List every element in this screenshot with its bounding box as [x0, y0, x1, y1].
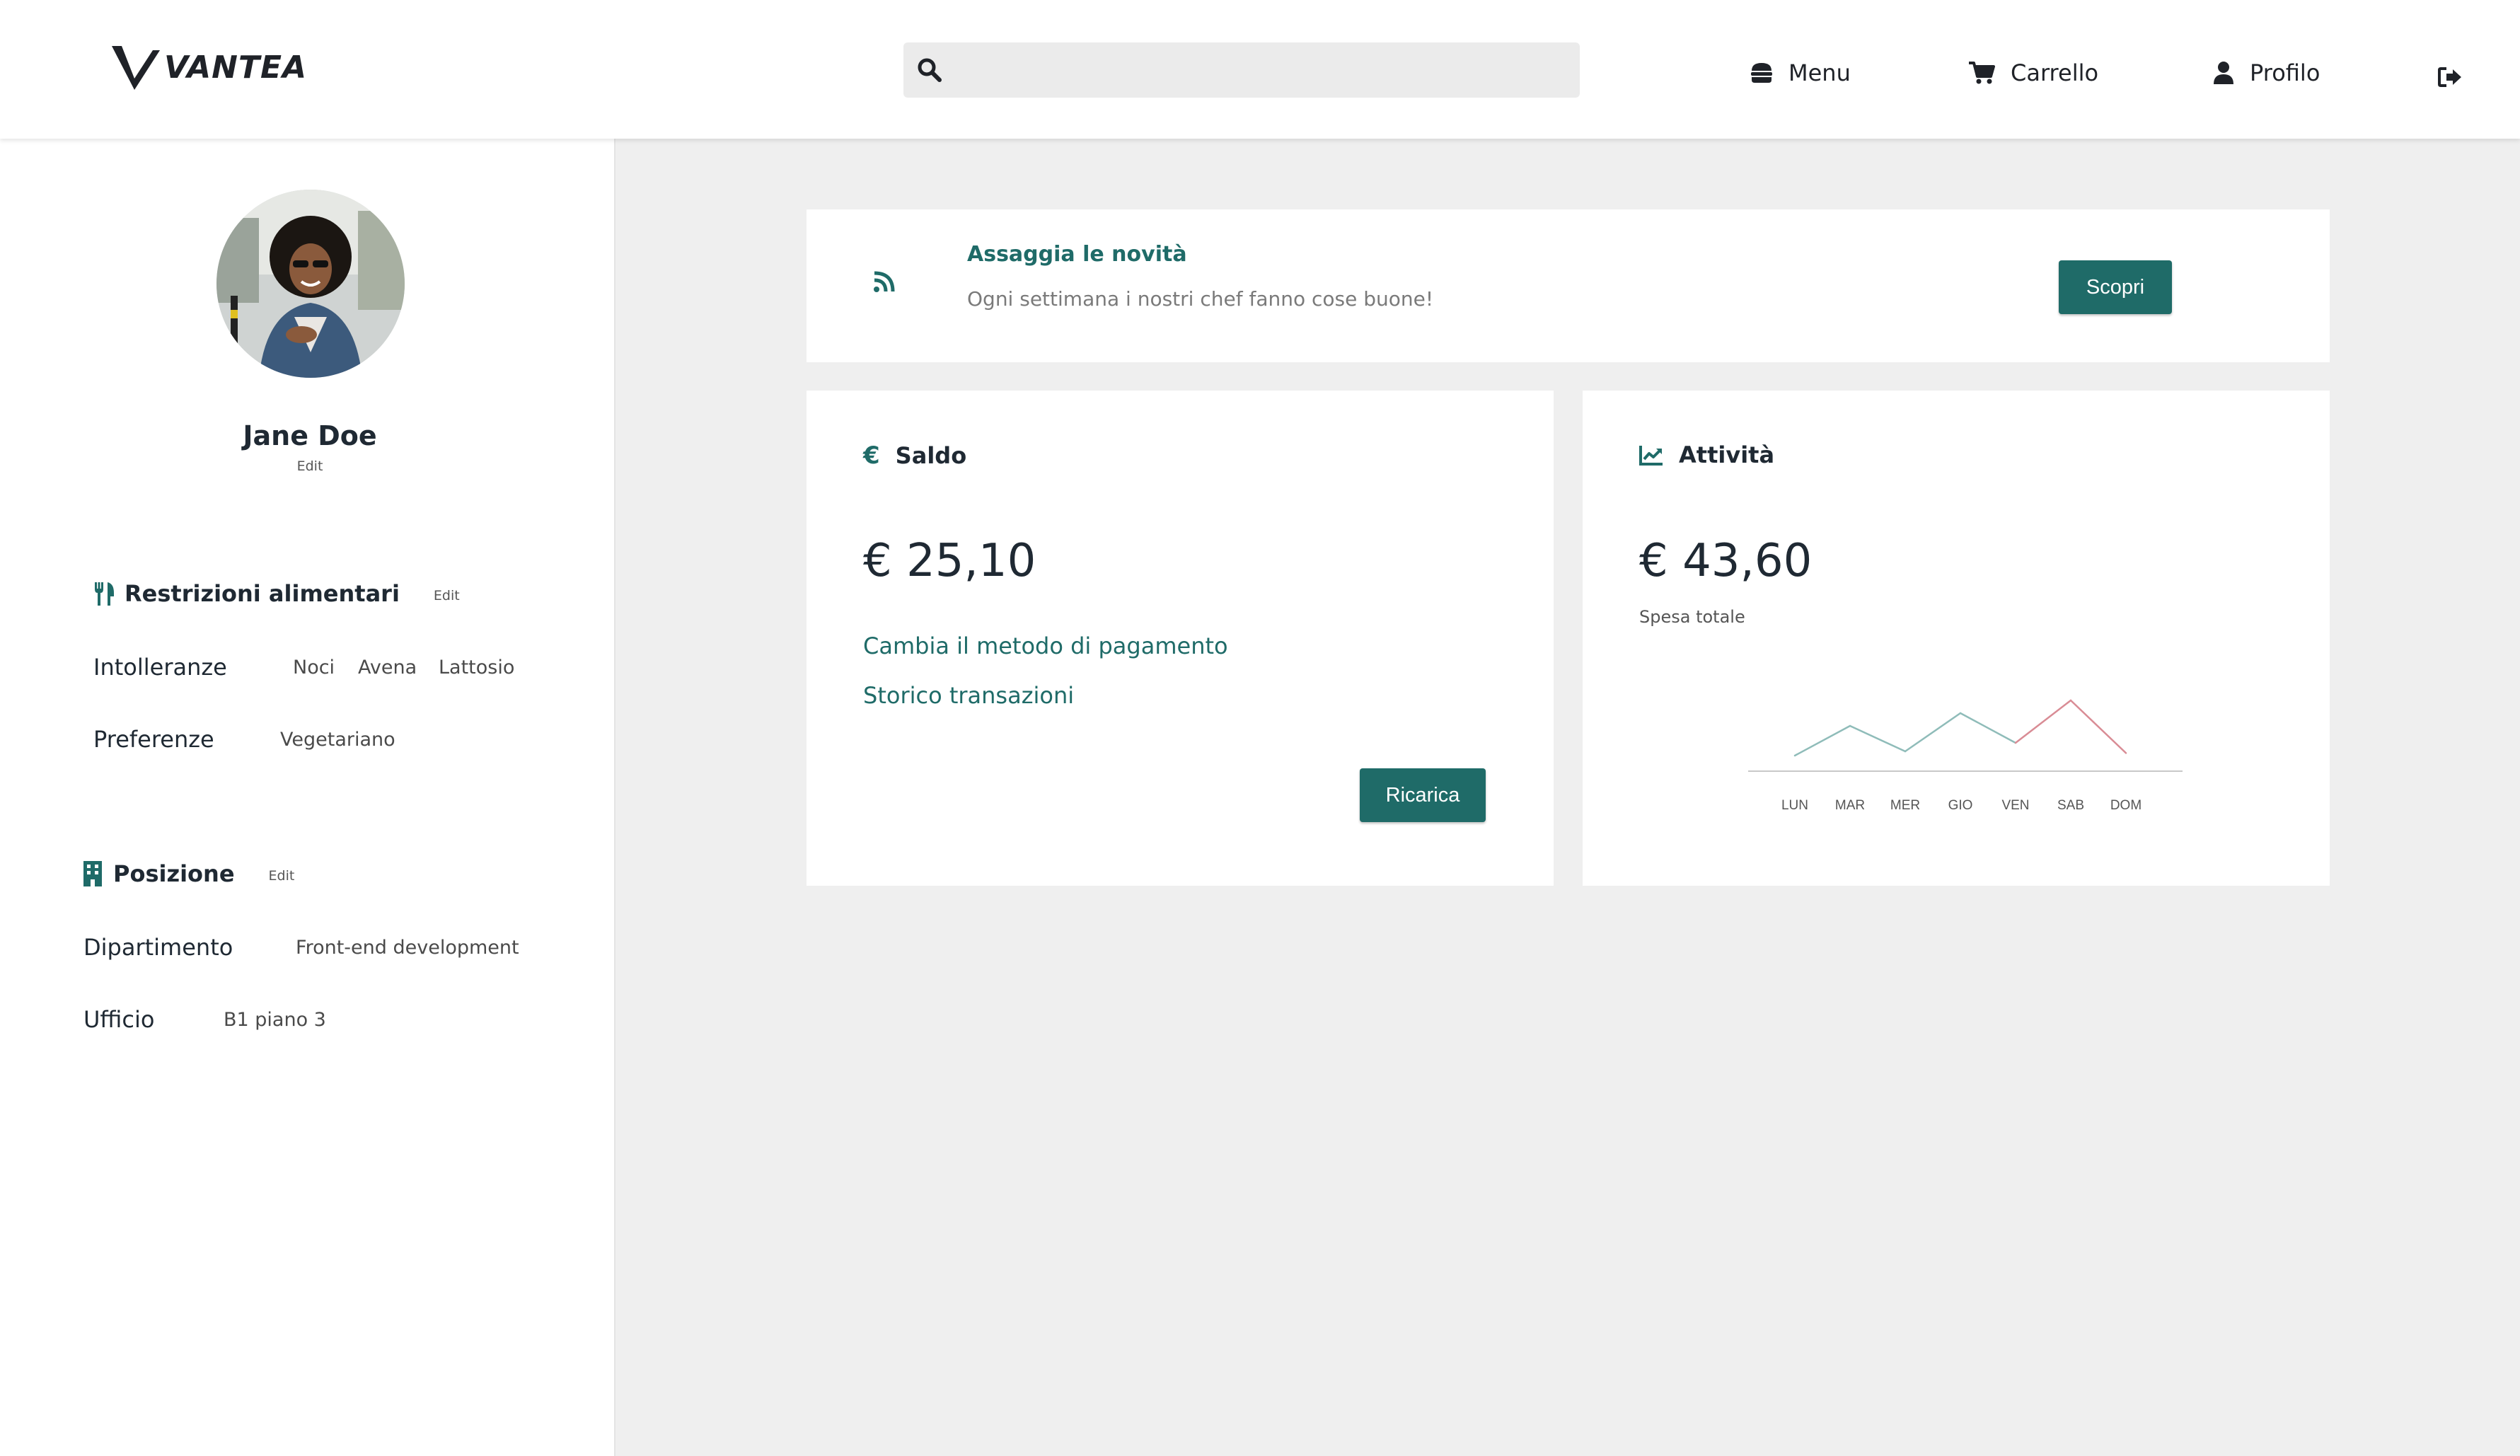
department-value: Front-end development [296, 937, 519, 959]
promo-title: Assaggia le novità [967, 242, 1187, 267]
diet-edit-link[interactable]: Edit [434, 588, 460, 603]
rss-icon [874, 271, 895, 292]
nav-cart-label: Carrello [2011, 59, 2099, 86]
chart-x-tick-label: GIO [1948, 798, 1973, 813]
avatar-photo [216, 190, 405, 378]
department-label: Dipartimento [83, 934, 233, 961]
promo-text: Ogni settimana i nostri chef fanno cose … [967, 287, 1434, 311]
chart-x-tick-label: DOM [2110, 798, 2142, 813]
utensils-icon [95, 582, 114, 606]
profile-name: Jane Doe [243, 420, 377, 451]
building-icon [83, 861, 102, 886]
balance-title: Saldo [895, 442, 967, 469]
chart-line-segment [2014, 699, 2072, 744]
discover-button[interactable]: Scopri [2059, 260, 2172, 314]
nav-menu[interactable]: Menu [1750, 55, 1851, 91]
intolerance-tag: Noci [293, 657, 335, 678]
profile-edit-link[interactable]: Edit [0, 458, 620, 474]
chart-x-tick-label: LUN [1781, 798, 1808, 813]
logout-button[interactable] [2438, 59, 2478, 95]
top-up-button[interactable]: Ricarica [1360, 768, 1486, 822]
transaction-history-link[interactable]: Storico transazioni [863, 682, 1074, 709]
chart-line-segment [1904, 712, 1962, 753]
cart-icon [1969, 62, 1995, 84]
promo-card: Assaggia le novità Ogni settimana i nost… [807, 209, 2330, 362]
diet-section-header: Restrizioni alimentari Edit [93, 580, 460, 607]
intolerances-label: Intolleranze [93, 654, 227, 681]
brand-v-mark-icon [112, 46, 160, 90]
office-label: Ufficio [83, 1006, 155, 1033]
profile-sidebar: Jane Doe Edit Restrizioni alimentari Edi… [0, 139, 615, 1456]
preference-tag: Vegetariano [280, 729, 395, 751]
chart-line-segment [1849, 724, 1907, 753]
burger-icon [1751, 63, 1772, 83]
avatar[interactable] [216, 190, 405, 378]
nav-profile[interactable]: Profilo [2213, 55, 2320, 91]
position-section-title: Posizione [113, 860, 235, 887]
chart-x-tick-label: VEN [2001, 798, 2029, 813]
chart-line-segment [1793, 724, 1851, 757]
balance-amount: € 25,10 [863, 535, 1036, 587]
euro-icon: € [863, 441, 880, 470]
chart-x-tick-label: MER [1890, 798, 1920, 813]
diet-section-title: Restrizioni alimentari [125, 580, 400, 607]
nav-menu-label: Menu [1788, 59, 1851, 86]
position-edit-link[interactable]: Edit [269, 868, 295, 884]
brand-logo[interactable]: VANTEA [110, 42, 307, 92]
nav-profile-label: Profilo [2250, 59, 2320, 86]
search-icon [918, 58, 942, 82]
app-root: VANTEA Menu Carrello Profilo Jane Doe Ed… [0, 0, 2520, 1456]
activity-line-chart: LUN MAR MER GIO VEN SAB DOM [1748, 699, 2183, 813]
chart-line-segment [1959, 712, 2017, 744]
position-section-header: Posizione Edit [83, 860, 294, 887]
search-input[interactable] [942, 42, 1580, 98]
chart-x-tick-label: MAR [1835, 798, 1865, 813]
balance-card: € Saldo € 25,10 Cambia il metodo di paga… [807, 391, 1554, 886]
chart-line-segment [2069, 699, 2127, 754]
change-payment-link[interactable]: Cambia il metodo di pagamento [863, 632, 1228, 659]
balance-card-header: € Saldo [863, 441, 966, 470]
user-icon [2214, 62, 2233, 84]
office-value: B1 piano 3 [224, 1009, 326, 1031]
chart-x-tick-label: SAB [2057, 798, 2084, 813]
intolerance-tag: Avena [358, 657, 417, 678]
search-bar[interactable] [903, 42, 1580, 98]
logout-icon [2438, 67, 2461, 87]
nav-cart[interactable]: Carrello [1968, 55, 2098, 91]
preferences-label: Preferenze [93, 726, 214, 753]
activity-card: Attività € 43,60 Spesa totale LUN MAR MER G… [1583, 391, 2330, 886]
brand-name: VANTEA [164, 49, 308, 86]
top-bar: VANTEA Menu Carrello Profilo [0, 0, 2520, 139]
intolerance-tag: Lattosio [439, 657, 515, 678]
